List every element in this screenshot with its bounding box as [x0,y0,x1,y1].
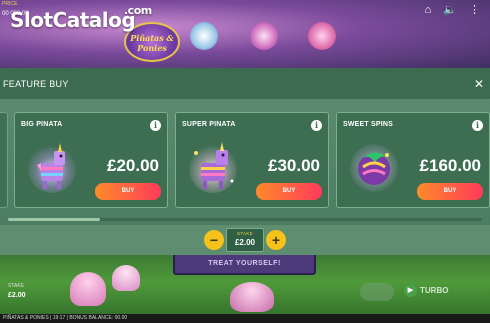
home-icon[interactable]: ⌂ [425,5,432,16]
treat-yourself-button[interactable]: TREAT YOURSELF! [173,253,316,275]
sound-icon[interactable]: 🔈 [443,5,457,16]
stake-decrease-button[interactable]: − [204,230,224,250]
info-icon[interactable]: i [311,120,322,131]
pinata-unicorn-icon [28,143,76,193]
info-icon[interactable]: i [150,120,161,131]
stake-label: STAKE [237,231,253,236]
game-logo-text: Piñatas & Ponies [130,33,174,53]
cards-scrollbar-thumb[interactable] [8,218,100,221]
feature-card-sweet-spins: SWEET SPINS i £160.00 BUY [336,112,490,208]
watermark-brand: SlotCatalog [10,8,136,32]
feature-card-super-pinata: SUPER PINATA i £30.00 BUY [175,112,329,208]
buy-button[interactable]: BUY [417,183,483,200]
feature-card-partial [0,112,8,208]
feature-card-big-pinata: BIG PINATA i £20.00 BUY [14,112,168,208]
turbo-label: TURBO [420,286,449,295]
super-pinata-unicorn-icon [189,142,237,193]
game-stake-value: £2.00 [8,292,26,299]
watermark-suffix: .com [124,4,152,17]
top-icon-bar: ⌂ 🔈 ⋮ [425,5,480,16]
feature-card-title: BIG PINATA [21,121,63,128]
feature-card-price: £20.00 [107,156,159,175]
turbo-icon: ▶ [404,284,417,297]
cupcake-decoration [70,272,106,306]
close-icon[interactable]: ✕ [474,78,484,90]
buy-button[interactable]: BUY [256,183,322,200]
reel-symbol-unicorn-white [190,22,218,50]
feature-card-title: SWEET SPINS [343,121,394,128]
buy-button[interactable]: BUY [95,183,161,200]
sweet-spins-logo-icon [350,144,398,192]
top-price-label: PRICE [2,1,18,7]
autoplay-toggle[interactable] [360,283,394,301]
stake-display: STAKE £2.00 [226,228,264,252]
slotcatalog-watermark: SlotCatalog .com [10,4,152,32]
feature-card-title: SUPER PINATA [182,121,236,128]
feature-card-price: £30.00 [268,156,320,175]
status-bar: PIÑATAS & PONIES | 19:17 | BONUS BALANCE… [0,314,490,323]
menu-icon[interactable]: ⋮ [469,5,480,16]
feature-card-price: £160.00 [419,156,481,175]
turbo-toggle[interactable]: ▶ TURBO [404,284,448,297]
reel-symbol-unicorn-pink [250,22,278,50]
cupcake-decoration [112,265,140,291]
feature-buy-header: FEATURE BUY ✕ [0,68,490,99]
info-icon[interactable]: i [472,120,483,131]
feature-buy-title: FEATURE BUY [3,78,69,89]
game-stake-label: STAKE [8,283,25,289]
stake-increase-button[interactable]: + [266,230,286,250]
reel-symbol-unicorn-magenta [308,22,336,50]
stake-value: £2.00 [234,238,256,247]
cupcake-decoration [230,282,274,312]
